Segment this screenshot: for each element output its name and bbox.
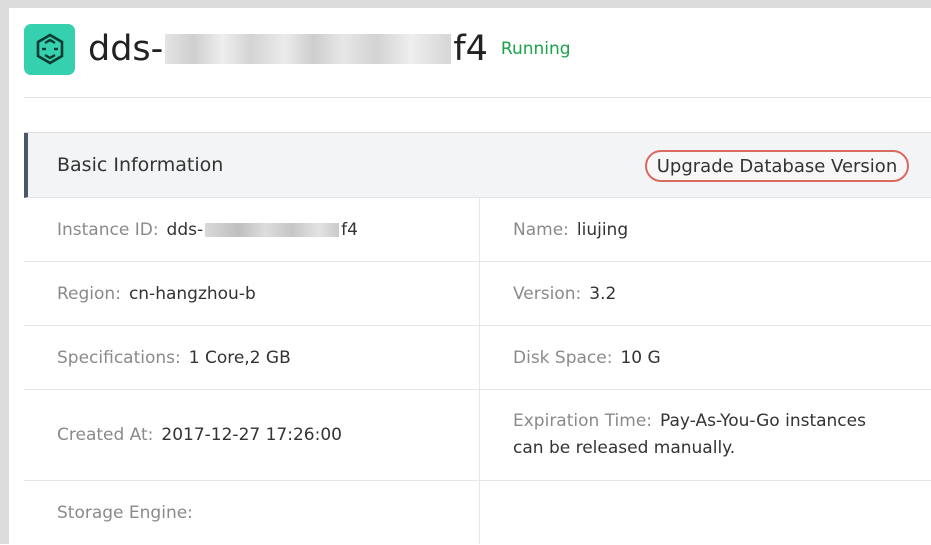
created-at-cell: Created At: 2017-12-27 17:26:00 [24, 390, 480, 480]
panel-title: Basic Information [57, 154, 224, 176]
window-frame-top [0, 0, 931, 8]
name-value: liujing [576, 219, 629, 240]
info-row: Specifications: 1 Core,2 GB Disk Space: … [24, 326, 931, 390]
region-value: cn-hangzhou-b [128, 283, 256, 304]
name-cell: Name: liujing [480, 198, 931, 261]
field-label: Name: [513, 219, 569, 240]
field-label: Region: [57, 283, 121, 304]
empty-cell [480, 481, 931, 544]
basic-information-panel: Basic Information Upgrade Database Versi… [24, 132, 931, 545]
instance-title-suffix: f4 [453, 28, 488, 69]
storage-engine-cell: Storage Engine: [24, 481, 480, 544]
field-label: Expiration Time: [513, 411, 653, 431]
field-label: Created At: [57, 425, 154, 445]
panel-header: Basic Information Upgrade Database Versi… [24, 133, 931, 198]
status-badge: Running [500, 39, 571, 59]
expiration-text: Expiration Time: Pay-As-You-Go instances … [513, 408, 866, 462]
header-divider [24, 97, 931, 98]
region-cell: Region: cn-hangzhou-b [24, 262, 480, 325]
field-label: Disk Space: [513, 347, 613, 368]
info-row: Instance ID: dds-f4 Name: liujing [24, 198, 931, 262]
instance-id-value: dds-f4 [166, 219, 358, 240]
version-value: 3.2 [589, 283, 617, 304]
field-label: Specifications: [57, 347, 181, 368]
instance-title: dds- f4 [88, 28, 488, 69]
expiration-time-cell: Expiration Time: Pay-As-You-Go instances … [480, 390, 931, 480]
info-row: Region: cn-hangzhou-b Version: 3.2 [24, 262, 931, 326]
instance-id-cell: Instance ID: dds-f4 [24, 198, 480, 261]
info-row: Created At: 2017-12-27 17:26:00 Expirati… [24, 390, 931, 481]
redacted-id [205, 222, 340, 237]
upgrade-database-version-button[interactable]: Upgrade Database Version [645, 150, 909, 182]
version-cell: Version: 3.2 [480, 262, 931, 325]
mongodb-hexagon-icon [24, 23, 75, 75]
created-at-value: 2017-12-27 17:26:00 [161, 425, 342, 445]
specifications-value: 1 Core,2 GB [188, 347, 291, 368]
redacted-instance-id [165, 34, 452, 64]
field-label: Version: [513, 283, 582, 304]
instance-title-prefix: dds- [88, 28, 164, 69]
disk-space-cell: Disk Space: 10 G [480, 326, 931, 389]
expiration-value-line-2: can be released manually. [513, 438, 736, 458]
specifications-cell: Specifications: 1 Core,2 GB [24, 326, 480, 389]
instance-header: dds- f4 Running [24, 23, 571, 75]
field-label: Instance ID: [57, 219, 159, 240]
expiration-value-line-1: Pay-As-You-Go instances [660, 411, 866, 431]
info-row: Storage Engine: [24, 481, 931, 544]
disk-space-value: 10 G [620, 347, 661, 368]
window-frame-left [0, 0, 9, 544]
field-label: Storage Engine: [57, 502, 193, 523]
